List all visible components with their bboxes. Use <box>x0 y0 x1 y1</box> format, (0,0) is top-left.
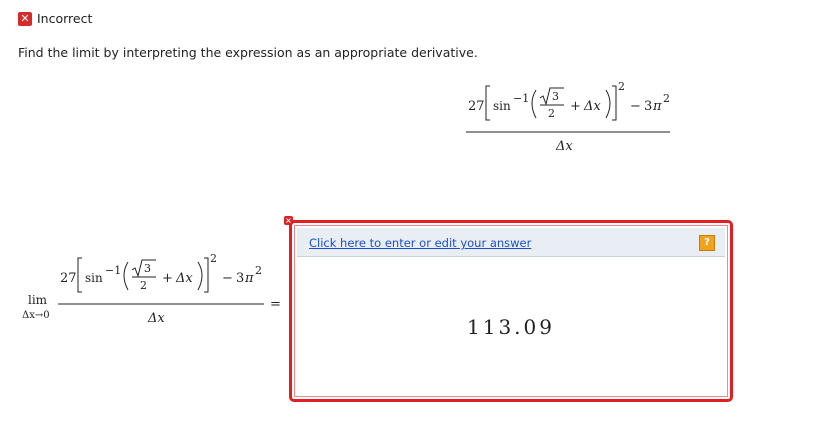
outer-exponent: 2 <box>210 252 217 265</box>
lim-subscript: Δx→0 <box>22 310 50 321</box>
answer-value: 113.09 <box>467 315 555 339</box>
sin-label: sin <box>493 99 511 113</box>
status-label: Incorrect <box>37 11 93 26</box>
delta-x: Δx <box>175 271 193 286</box>
left-square-bracket <box>77 257 82 293</box>
pi-exponent: 2 <box>663 92 670 105</box>
right-paren <box>605 89 611 119</box>
limit-expression: lim Δx→0 27 sin −1 3 2 + Δx 2 − 3 π 2 Δx… <box>22 252 280 326</box>
answer-box[interactable]: Click here to enter or edit your answer … <box>289 220 733 402</box>
three: 3 <box>644 99 652 114</box>
outer-exponent: 2 <box>618 80 625 93</box>
right-square-bracket <box>612 85 617 121</box>
main-denominator: Δx <box>147 311 165 326</box>
pi: π <box>244 271 254 286</box>
main-denominator: Δx <box>555 139 573 154</box>
three: 3 <box>236 271 244 286</box>
inner-denominator: 2 <box>140 279 147 292</box>
coefficient: 27 <box>468 99 485 114</box>
left-square-bracket <box>485 85 490 121</box>
help-icon[interactable]: ? <box>699 235 715 251</box>
answer-header: Click here to enter or edit your answer … <box>297 228 725 257</box>
left-paren <box>531 89 537 119</box>
inner-denominator: 2 <box>548 107 555 120</box>
numerator: 27 sin −1 3 2 + Δx 2 − 3 π 2 <box>468 80 670 121</box>
plus-sign: + <box>162 271 173 286</box>
status-indicator: ✕ Incorrect <box>18 11 92 26</box>
inverse-exponent: −1 <box>513 92 529 105</box>
plus-sign: + <box>570 99 581 114</box>
x-icon: ✕ <box>18 11 32 26</box>
inverse-exponent: −1 <box>105 264 121 277</box>
pi: π <box>652 99 662 114</box>
sin-label: sin <box>85 271 103 285</box>
coefficient: 27 <box>60 271 77 286</box>
delta-x: Δx <box>583 99 601 114</box>
question-text: Find the limit by interpreting the expre… <box>18 45 478 60</box>
sqrt-value: 3 <box>552 90 559 103</box>
top-expression: 27 sin −1 3 2 + Δx 2 − 3 π 2 Δx <box>466 80 670 154</box>
left-paren <box>123 261 129 291</box>
minus-sign: − <box>630 99 641 114</box>
right-square-bracket <box>204 257 209 293</box>
lim-label: lim <box>28 293 48 307</box>
sqrt-value: 3 <box>144 262 151 275</box>
right-paren <box>197 261 203 291</box>
equals-sign: = <box>270 297 280 312</box>
pi-exponent: 2 <box>255 264 262 277</box>
edit-answer-link[interactable]: Click here to enter or edit your answer <box>309 236 531 250</box>
close-icon[interactable]: × <box>284 216 293 225</box>
minus-sign: − <box>222 271 233 286</box>
